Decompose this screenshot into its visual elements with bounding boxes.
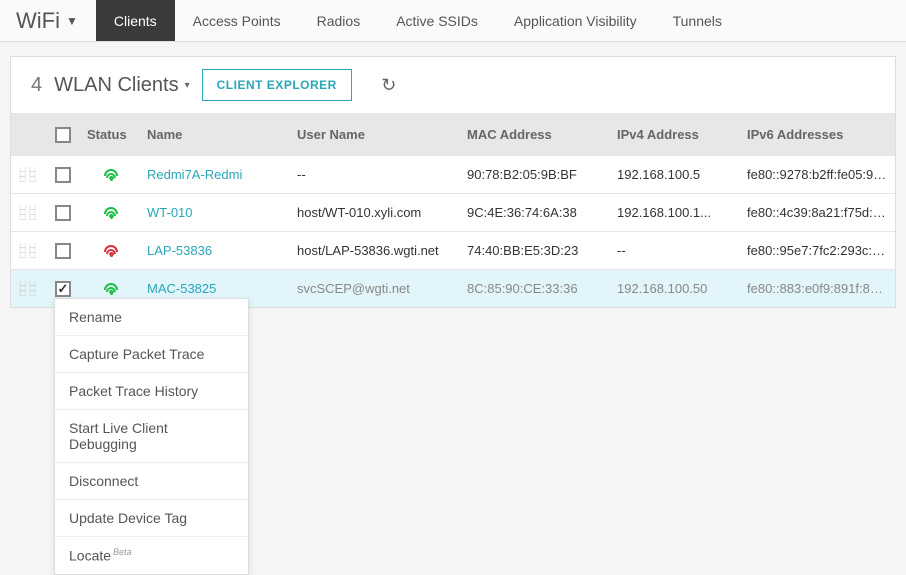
cell-user: --: [291, 167, 461, 182]
row-select-cell: [45, 281, 81, 297]
drag-handle-icon[interactable]: □ □□ □□ □: [11, 281, 45, 296]
cell-status: [81, 283, 141, 295]
cell-ipv4: --: [611, 243, 741, 258]
brand-dropdown[interactable]: WiFi ▼: [0, 8, 96, 34]
panel-title-dropdown[interactable]: WLAN Clients ▾: [54, 74, 190, 97]
col-name[interactable]: Name: [141, 127, 291, 142]
caret-down-icon: ▾: [185, 80, 190, 91]
context-item-packet-trace-history[interactable]: Packet Trace History: [55, 373, 248, 410]
wifi-signal-icon: [87, 283, 135, 295]
row-checkbox[interactable]: [55, 281, 71, 297]
context-item-start-live-client-debugging[interactable]: Start Live Client Debugging: [55, 410, 248, 463]
cell-name[interactable]: LAP-53836: [141, 243, 291, 258]
tab-access-points[interactable]: Access Points: [175, 0, 299, 41]
cell-ipv6: fe80::95e7:7fc2:293c:c6...: [741, 243, 895, 258]
row-checkbox[interactable]: [55, 167, 71, 183]
row-checkbox[interactable]: [55, 243, 71, 259]
panel-header: 4 WLAN Clients ▾ CLIENT EXPLORER ↻: [11, 57, 895, 113]
table-header-row: Status Name User Name MAC Address IPv4 A…: [11, 113, 895, 155]
col-ipv4[interactable]: IPv4 Address: [611, 127, 741, 142]
refresh-icon: ↻: [381, 75, 396, 96]
cell-ipv4: 192.168.100.1...: [611, 205, 741, 220]
drag-handle-icon[interactable]: □ □□ □□ □: [11, 205, 45, 220]
tab-application-visibility[interactable]: Application Visibility: [496, 0, 655, 41]
tab-tunnels[interactable]: Tunnels: [655, 0, 740, 41]
table-row[interactable]: □ □□ □□ □ Redmi7A-Redmi -- 90:78:B2:05:9…: [11, 155, 895, 193]
context-item-update-device-tag[interactable]: Update Device Tag: [55, 500, 248, 537]
context-item-rename[interactable]: Rename: [55, 299, 248, 336]
nav-tabs: ClientsAccess PointsRadiosActive SSIDsAp…: [96, 0, 740, 41]
context-item-disconnect[interactable]: Disconnect: [55, 463, 248, 500]
context-menu: RenameCapture Packet TracePacket Trace H…: [54, 298, 249, 575]
cell-status: [81, 169, 141, 181]
caret-down-icon: ▼: [66, 14, 78, 28]
cell-name[interactable]: Redmi7A-Redmi: [141, 167, 291, 182]
context-item-capture-packet-trace[interactable]: Capture Packet Trace: [55, 336, 248, 373]
tab-radios[interactable]: Radios: [299, 0, 379, 41]
client-count: 4: [31, 74, 42, 97]
context-item-locate[interactable]: LocateBeta: [55, 537, 248, 574]
wifi-signal-icon: [87, 169, 135, 181]
table-row[interactable]: □ □□ □□ □ LAP-53836 host/LAP-53836.wgti.…: [11, 231, 895, 269]
row-select-cell: [45, 167, 81, 183]
select-all-checkbox[interactable]: [55, 127, 71, 143]
cell-ipv4: 192.168.100.50: [611, 281, 741, 296]
top-bar: WiFi ▼ ClientsAccess PointsRadiosActive …: [0, 0, 906, 42]
row-checkbox[interactable]: [55, 205, 71, 221]
col-mac[interactable]: MAC Address: [461, 127, 611, 142]
cell-name[interactable]: MAC-53825: [141, 281, 291, 296]
tab-active-ssids[interactable]: Active SSIDs: [378, 0, 496, 41]
cell-name[interactable]: WT-010: [141, 205, 291, 220]
cell-mac: 8C:85:90:CE:33:36: [461, 281, 611, 296]
cell-mac: 9C:4E:36:74:6A:38: [461, 205, 611, 220]
cell-status: [81, 207, 141, 219]
beta-badge: Beta: [113, 547, 132, 557]
wifi-signal-icon: [87, 207, 135, 219]
cell-ipv6: fe80::883:e0f9:891f:8c0b: [741, 281, 895, 296]
table-body: □ □□ □□ □ Redmi7A-Redmi -- 90:78:B2:05:9…: [11, 155, 895, 307]
cell-user: svcSCEP@wgti.net: [291, 281, 461, 296]
cell-status: [81, 245, 141, 257]
cell-ipv6: fe80::4c39:8a21:f75d:3...: [741, 205, 895, 220]
drag-handle-icon[interactable]: □ □□ □□ □: [11, 167, 45, 182]
drag-handle-icon[interactable]: □ □□ □□ □: [11, 243, 45, 258]
cell-ipv4: 192.168.100.5: [611, 167, 741, 182]
tab-clients[interactable]: Clients: [96, 0, 175, 41]
cell-mac: 74:40:BB:E5:3D:23: [461, 243, 611, 258]
wifi-signal-icon: [87, 245, 135, 257]
cell-ipv6: fe80::9278:b2ff:fe05:9b...: [741, 167, 895, 182]
row-select-cell: [45, 205, 81, 221]
refresh-button[interactable]: ↻: [374, 70, 404, 100]
clients-panel: 4 WLAN Clients ▾ CLIENT EXPLORER ↻ Statu…: [10, 56, 896, 308]
table-row[interactable]: □ □□ □□ □ WT-010 host/WT-010.xyli.com 9C…: [11, 193, 895, 231]
brand-label: WiFi: [16, 8, 60, 34]
col-status[interactable]: Status: [81, 127, 141, 142]
panel-title-label: WLAN Clients: [54, 74, 178, 97]
cell-mac: 90:78:B2:05:9B:BF: [461, 167, 611, 182]
client-explorer-button[interactable]: CLIENT EXPLORER: [202, 69, 352, 101]
row-select-cell: [45, 243, 81, 259]
cell-user: host/LAP-53836.wgti.net: [291, 243, 461, 258]
col-select-all: [45, 127, 81, 143]
cell-user: host/WT-010.xyli.com: [291, 205, 461, 220]
col-ipv6[interactable]: IPv6 Addresses: [741, 127, 895, 142]
col-user[interactable]: User Name: [291, 127, 461, 142]
context-locate-label: Locate: [69, 548, 111, 564]
